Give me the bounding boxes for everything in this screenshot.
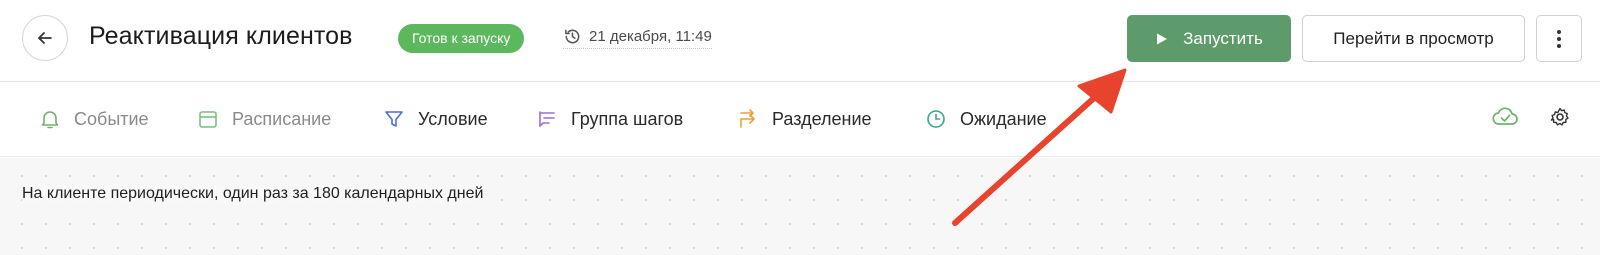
more-vertical-icon	[1557, 29, 1561, 48]
tool-step-group-label: Группа шагов	[571, 108, 684, 129]
tool-schedule-label: Расписание	[232, 108, 332, 129]
workflow-canvas[interactable]: На клиенте периодически, один раз за 180…	[0, 158, 1600, 255]
preview-button-label: Перейти в просмотр	[1333, 28, 1494, 48]
tool-wait-label: Ожидание	[960, 108, 1047, 129]
tool-step-group[interactable]: Группа шагов	[535, 103, 683, 135]
back-button[interactable]	[22, 15, 68, 61]
more-button[interactable]	[1536, 15, 1582, 62]
step-toolbar: Событие Расписание Условие Группа шагов …	[0, 83, 1600, 157]
tool-condition[interactable]: Условие	[382, 103, 488, 135]
timestamp: 21 декабря, 11:49	[563, 25, 712, 49]
calendar-icon	[196, 107, 220, 131]
condition-description: На клиенте периодически, один раз за 180…	[22, 185, 484, 203]
tool-event-label: Событие	[74, 108, 149, 129]
tool-wait[interactable]: Ожидание	[924, 103, 1047, 135]
arrow-left-icon	[38, 32, 52, 44]
play-icon	[1157, 33, 1168, 44]
tool-condition-label: Условие	[418, 108, 488, 129]
bell-icon	[38, 107, 62, 131]
gear-icon[interactable]	[1549, 106, 1571, 128]
status-badge: Готов к запуску	[398, 24, 525, 53]
header: Реактивация клиентов Готов к запуску 21 …	[0, 0, 1600, 82]
page-title: Реактивация клиентов	[89, 22, 353, 50]
tool-event[interactable]: Событие	[38, 103, 149, 135]
tool-split[interactable]: Разделение	[736, 103, 872, 135]
tool-split-label: Разделение	[772, 108, 872, 129]
run-button-label: Запустить	[1183, 28, 1263, 48]
clock-icon	[924, 107, 948, 131]
split-icon	[736, 107, 760, 131]
timestamp-text: 21 декабря, 11:49	[589, 28, 712, 45]
step-group-icon	[535, 107, 559, 131]
cloud-saved-icon[interactable]	[1491, 104, 1519, 130]
page: Реактивация клиентов Готов к запуску 21 …	[0, 0, 1600, 255]
run-button[interactable]: Запустить	[1127, 15, 1291, 62]
tool-schedule[interactable]: Расписание	[196, 103, 331, 135]
preview-button[interactable]: Перейти в просмотр	[1302, 15, 1525, 62]
history-icon	[565, 29, 580, 44]
filter-icon	[382, 107, 406, 131]
